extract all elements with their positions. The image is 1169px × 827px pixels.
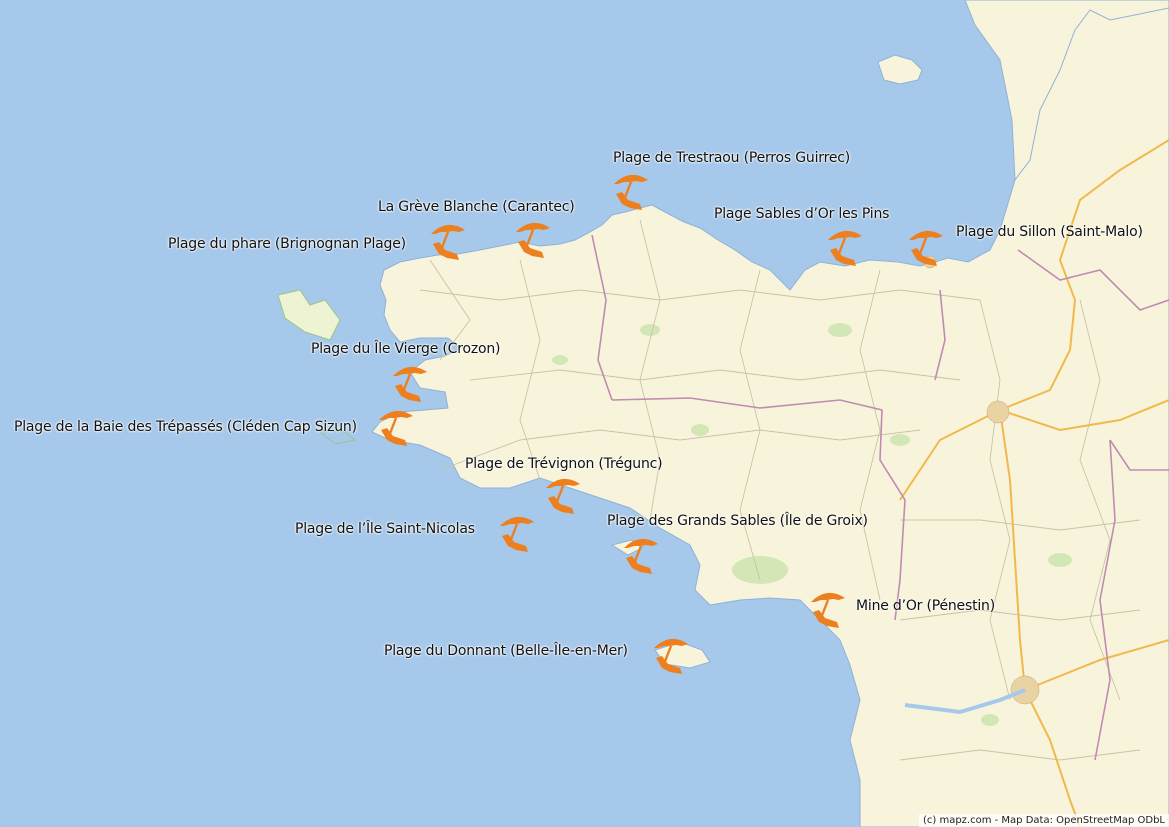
beach-marker-sables-dor[interactable] bbox=[510, 218, 554, 262]
map-canvas[interactable] bbox=[0, 0, 1169, 827]
beach-label-greve-blanche[interactable]: La Grève Blanche (Carantec) bbox=[378, 199, 575, 215]
beach-umbrella-icon bbox=[393, 366, 427, 402]
beach-marker-greve-blanche[interactable] bbox=[425, 220, 469, 264]
beach-label-donnant[interactable]: Plage du Donnant (Belle-Île-en-Mer) bbox=[384, 643, 628, 659]
beach-label-trestraou[interactable]: Plage de Trestraou (Perros Guirrec) bbox=[613, 150, 850, 166]
beach-umbrella-icon bbox=[379, 410, 413, 446]
beach-label-trepasses[interactable]: Plage de la Baie des Trépassés (Cléden C… bbox=[14, 419, 357, 435]
beach-label-phare[interactable]: Plage du phare (Brignognan Plage) bbox=[168, 236, 406, 252]
beach-umbrella-icon bbox=[614, 174, 648, 210]
beach-label-trevignon[interactable]: Plage de Trévignon (Trégunc) bbox=[465, 456, 663, 472]
beach-umbrella-icon bbox=[828, 230, 862, 266]
beach-marker-ile-vierge[interactable] bbox=[387, 362, 431, 406]
beach-umbrella-icon bbox=[654, 638, 688, 674]
beach-marker-sillon[interactable] bbox=[822, 226, 866, 270]
beach-umbrella-icon bbox=[811, 592, 845, 628]
beach-label-saint-nicolas[interactable]: Plage de l’Île Saint-Nicolas bbox=[295, 521, 475, 537]
beach-umbrella-icon bbox=[624, 538, 658, 574]
beach-label-mine-dor[interactable]: Mine d’Or (Pénestin) bbox=[856, 598, 995, 614]
beach-marker-donnant[interactable] bbox=[648, 634, 692, 678]
beach-label-grands-sables[interactable]: Plage des Grands Sables (Île de Groix) bbox=[607, 513, 868, 529]
beach-umbrella-icon bbox=[909, 230, 943, 266]
beach-marker-trestraou[interactable] bbox=[608, 170, 652, 214]
beach-label-ile-vierge[interactable]: Plage du Île Vierge (Crozon) bbox=[311, 341, 500, 357]
beach-label-sillon[interactable]: Plage du Sillon (Saint-Malo) bbox=[956, 224, 1143, 240]
beach-umbrella-icon bbox=[516, 222, 550, 258]
beach-marker-grands-sables[interactable] bbox=[618, 534, 662, 578]
map-attribution: (c) mapz.com - Map Data: OpenStreetMap O… bbox=[918, 814, 1169, 827]
beach-marker-saint-nicolas[interactable] bbox=[494, 512, 538, 556]
beach-marker-phare[interactable] bbox=[903, 226, 947, 270]
beach-marker-trepasses[interactable] bbox=[373, 406, 417, 450]
beach-umbrella-icon bbox=[546, 478, 580, 514]
beach-umbrella-icon bbox=[431, 224, 465, 260]
beach-label-sables-dor[interactable]: Plage Sables d’Or les Pins bbox=[714, 206, 889, 222]
beach-umbrella-icon bbox=[500, 516, 534, 552]
beach-marker-mine-dor[interactable] bbox=[805, 588, 849, 632]
beach-marker-trevignon[interactable] bbox=[540, 474, 584, 518]
